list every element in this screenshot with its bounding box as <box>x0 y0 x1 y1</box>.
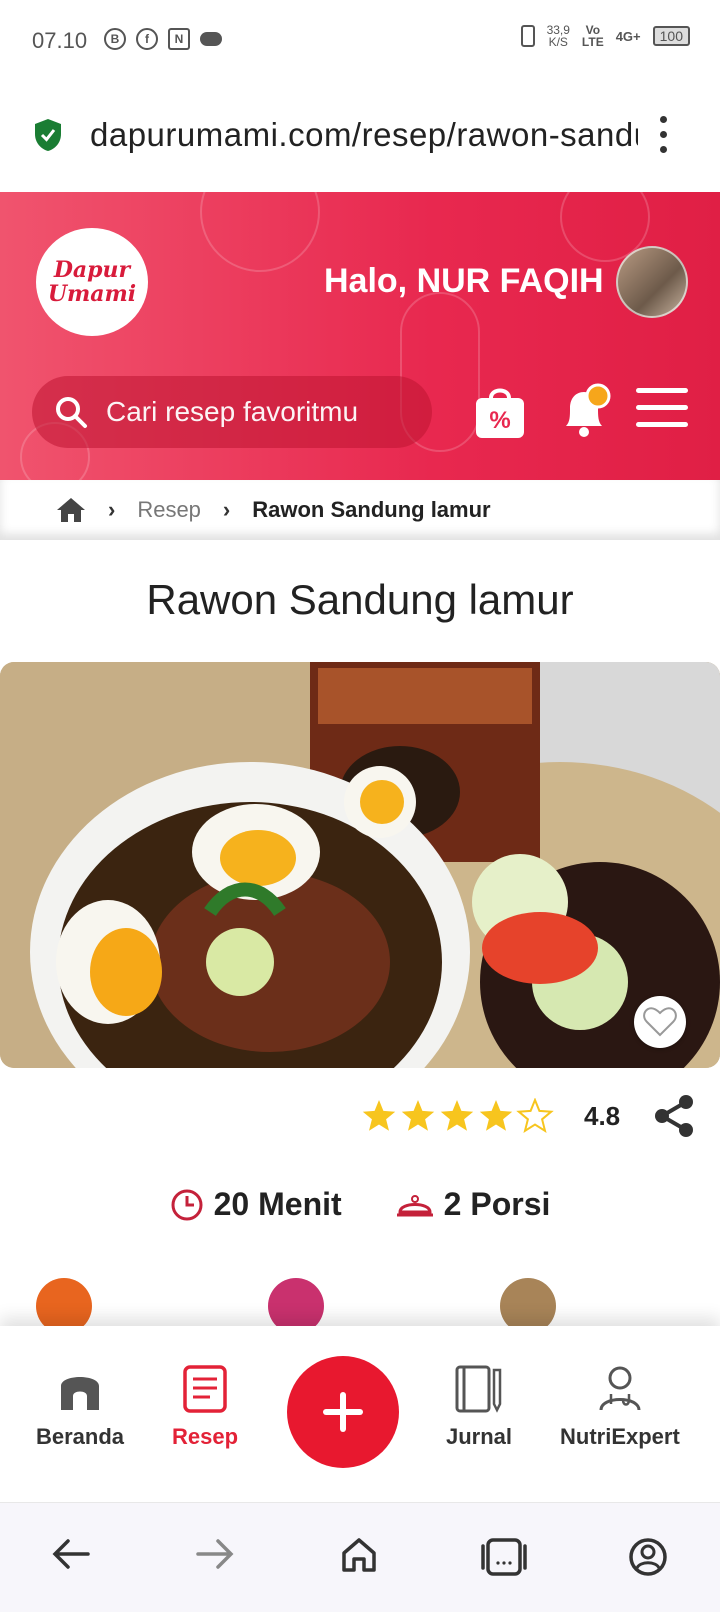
search-bar[interactable] <box>32 376 432 448</box>
star-filled-icon <box>401 1100 435 1131</box>
rating-value: 4.8 <box>584 1100 621 1131</box>
share-icon[interactable] <box>652 1094 696 1138</box>
recipe-rating: 4.8 <box>360 1098 620 1134</box>
journal-icon <box>455 1365 502 1413</box>
profile-icon[interactable] <box>628 1537 668 1577</box>
breadcrumb: › Resep › Rawon Sandung lamur <box>0 480 720 540</box>
recipe-book-icon <box>183 1365 227 1413</box>
nfc-icon: N <box>168 28 190 50</box>
star-filled-icon <box>440 1100 474 1131</box>
home-icon <box>61 1377 100 1410</box>
speed-unit: K/S <box>548 35 568 49</box>
status-right: 33,9 K/S Vo LTE 4G+ 100 <box>520 24 690 48</box>
nav-jurnal[interactable]: Jurnal <box>446 1364 512 1450</box>
facebook-icon: f <box>136 28 158 50</box>
rawon-dish-illustration <box>0 662 720 1068</box>
nav-resep[interactable]: Resep <box>172 1364 238 1450</box>
search-icon <box>56 397 87 428</box>
promo-bag-icon[interactable]: % <box>474 382 526 440</box>
app-bottom-nav: Beranda Resep Jurnal NutriExpert <box>0 1326 720 1502</box>
browser-menu-icon[interactable] <box>660 116 668 153</box>
forward-arrow-icon[interactable] <box>196 1537 234 1571</box>
favorite-heart-icon[interactable] <box>634 996 686 1048</box>
recipe-title: Rawon Sandung lamur <box>146 576 574 623</box>
browser-nav-bar <box>0 1502 720 1612</box>
browser-url-bar[interactable]: dapurumami.com/resep/rawon-sandung-lamur <box>0 80 720 192</box>
vibrate-icon <box>520 25 535 47</box>
star-filled-icon <box>362 1100 396 1131</box>
recipe-photo <box>0 662 720 1068</box>
add-button[interactable] <box>287 1356 399 1468</box>
battery-icon: 100 <box>652 26 690 46</box>
rating-stars <box>362 1098 554 1133</box>
star-empty-icon <box>516 1098 554 1133</box>
cook-time-text: 20 Menit <box>213 1186 342 1222</box>
nutrition-categories <box>0 1278 720 1334</box>
logo-text-line1: Dapur <box>53 257 131 283</box>
clock-icon <box>171 1189 203 1220</box>
cook-time: 20 Menit <box>170 1186 342 1223</box>
notification-bell-icon[interactable] <box>558 382 614 440</box>
nav-label: Beranda <box>36 1424 125 1449</box>
breadcrumb-resep[interactable]: Resep <box>137 497 201 523</box>
recipe-meta: 20 Menit 2 Porsi <box>0 1186 720 1223</box>
plus-icon <box>323 1392 363 1432</box>
network-speed: 33,9 K/S <box>547 24 570 48</box>
secure-shield-icon <box>35 119 61 151</box>
greeting-text: Halo, NUR FAQIH <box>324 262 604 300</box>
chevron-right-icon: › <box>222 497 231 522</box>
status-bar: 07.10 B f N 33,9 K/S Vo LTE 4G+ 100 <box>0 0 720 80</box>
volte-bottom: LTE <box>581 35 604 49</box>
breadcrumb-current: Rawon Sandung lamur <box>252 497 491 522</box>
logo-text-line2: Umami <box>47 281 137 307</box>
cloud-icon <box>200 32 222 46</box>
promo-symbol: % <box>489 407 510 434</box>
chevron-right-icon: › <box>108 497 116 522</box>
header-decoration <box>200 192 320 272</box>
user-avatar[interactable] <box>616 246 688 318</box>
signal-icon: 4G+ <box>615 28 641 44</box>
search-input[interactable] <box>106 396 366 428</box>
nav-label: Resep <box>172 1424 239 1449</box>
nav-label: Jurnal <box>446 1424 513 1449</box>
home-icon[interactable] <box>56 497 86 523</box>
status-time: 07.10 <box>32 28 88 53</box>
app-header: Dapur Umami Halo, NUR FAQIH % <box>0 192 720 480</box>
portion-text: 2 Porsi <box>443 1186 551 1222</box>
notification-icons: B f N <box>104 28 222 50</box>
b-app-icon: B <box>104 28 126 50</box>
volte-indicator: Vo LTE <box>582 24 604 48</box>
tabs-icon[interactable] <box>480 1537 528 1577</box>
url-text[interactable]: dapurumami.com/resep/rawon-sandung-lamur <box>90 116 638 154</box>
nav-label: NutriExpert <box>560 1424 680 1449</box>
nav-nutriexpert[interactable]: NutriExpert <box>560 1364 680 1450</box>
doctor-icon <box>599 1366 641 1411</box>
portion: 2 Porsi <box>396 1186 551 1223</box>
dapur-umami-logo[interactable]: Dapur Umami <box>36 228 148 336</box>
back-arrow-icon[interactable] <box>52 1537 90 1571</box>
hamburger-menu-icon[interactable] <box>636 388 688 427</box>
nav-beranda[interactable]: Beranda <box>36 1364 124 1450</box>
serving-dish-icon <box>396 1194 433 1216</box>
star-filled-icon <box>479 1100 513 1131</box>
home-icon[interactable] <box>340 1537 378 1573</box>
